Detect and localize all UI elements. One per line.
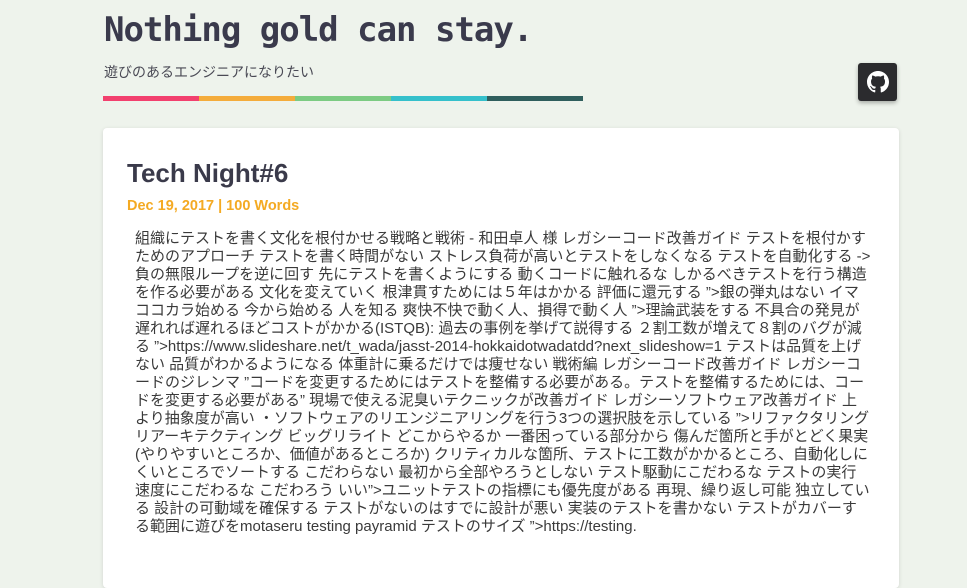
color-bar-segment: [391, 96, 487, 101]
color-bar-segment: [103, 96, 199, 101]
github-icon: [866, 71, 889, 93]
color-bar-segment: [487, 96, 583, 101]
site-title[interactable]: Nothing gold can stay.: [104, 10, 533, 50]
post-title[interactable]: Tech Night#6: [127, 158, 288, 189]
github-button[interactable]: [858, 63, 897, 101]
header-color-bar: [103, 96, 583, 101]
post-card: Tech Night#6 Dec 19, 2017 | 100 Words 組織…: [103, 128, 899, 588]
post-meta: Dec 19, 2017 | 100 Words: [127, 198, 300, 214]
color-bar-segment: [295, 96, 391, 101]
post-body: 組織にテストを書く文化を根付かせる戦略と戦術 - 和田卓人 様 レガシーコード改…: [135, 230, 871, 535]
color-bar-segment: [199, 96, 295, 101]
site-subtitle: 遊びのあるエンジニアになりたい: [104, 65, 314, 81]
